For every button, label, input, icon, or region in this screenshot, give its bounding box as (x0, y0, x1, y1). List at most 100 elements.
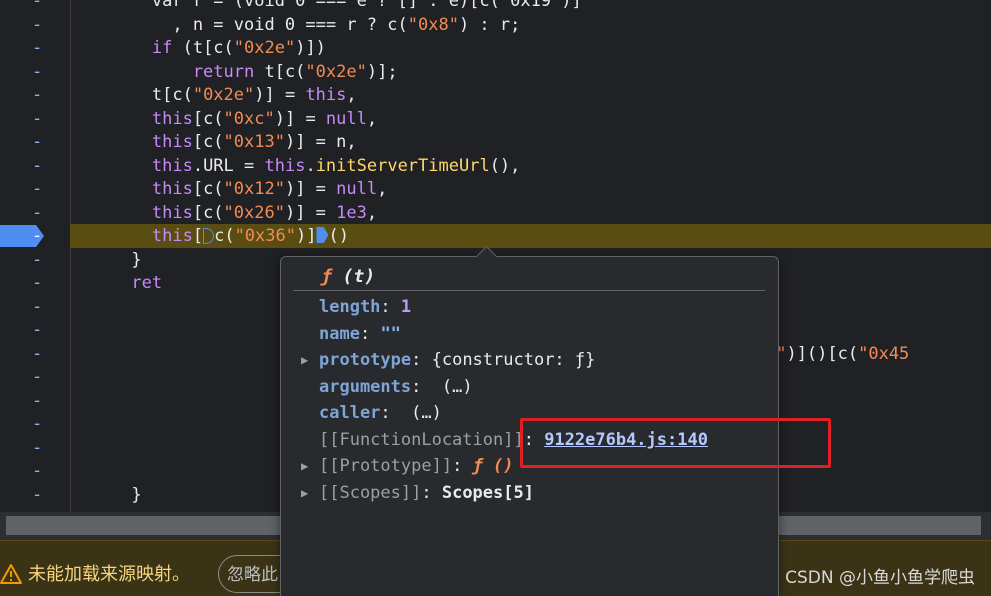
gutter-dash: - (32, 14, 43, 35)
inline-breakpoint-outline-icon[interactable] (203, 228, 215, 244)
property-value: {constructor: ƒ} (431, 350, 596, 370)
watermark: CSDN @小鱼小鱼学爬虫 (785, 568, 975, 588)
code-token: this (70, 132, 193, 152)
property-key: [[Prototype]] (319, 456, 453, 476)
gutter-dash: - (32, 367, 43, 387)
gutter-dash: - (32, 108, 43, 129)
code-token: )]; (366, 61, 398, 82)
line-gutter[interactable]: - - - - - - - - - - - - - - - - - - - - - - (0, 0, 71, 512)
property-value: "" (380, 323, 401, 344)
property-row[interactable]: ▶ [[Scopes]]: Scopes[5] (301, 481, 771, 505)
gutter-line[interactable]: - (0, 342, 70, 366)
code-token: , (366, 108, 378, 129)
gutter-line[interactable]: - (0, 60, 70, 84)
code-token: , (346, 85, 357, 105)
code-token: )] = (284, 179, 337, 199)
code-token: "0x2e" (233, 38, 296, 58)
function-f-icon: ƒ (321, 266, 332, 287)
gutter-line[interactable]: - (0, 365, 70, 389)
gutter-line[interactable]: - (0, 13, 70, 37)
code-token: "0x2e" (305, 61, 367, 82)
gutter-line[interactable]: - (0, 412, 70, 436)
gutter-line[interactable]: - (0, 389, 70, 413)
popover-divider (293, 290, 765, 291)
code-token: )] = (274, 108, 326, 129)
breakpoint-line-marker[interactable]: - (0, 224, 70, 248)
gutter-line[interactable]: - (0, 177, 70, 201)
gutter-line[interactable]: - (0, 83, 70, 107)
gutter-line[interactable]: - (0, 459, 70, 483)
code-token: null (325, 108, 367, 129)
code-token: (t[c( (172, 38, 234, 58)
gutter-line[interactable]: - (0, 248, 70, 272)
gutter-dash: - (32, 296, 43, 317)
property-separator: : (411, 376, 442, 397)
code-token: . (305, 155, 316, 176)
code-token: if (70, 38, 173, 58)
property-key: [[FunctionLocation]] (319, 429, 524, 450)
gutter-dash: - (32, 484, 43, 505)
gutter-dash: - (32, 437, 43, 458)
code-token: this (70, 155, 193, 176)
code-token: "0x13" (223, 132, 285, 152)
code-token: this (264, 155, 306, 176)
gutter-line[interactable]: - (0, 271, 70, 295)
expand-triangle-icon[interactable]: ▶ (301, 454, 319, 478)
gutter-line[interactable]: - (0, 436, 70, 460)
warning-text: 未能加载来源映射。 (28, 564, 190, 585)
gutter-line[interactable]: - (0, 295, 70, 319)
code-token: c( (214, 226, 235, 246)
code-token: )]()[c( (786, 343, 859, 364)
code-token: (), (489, 155, 521, 176)
code-token: [c( (192, 179, 224, 199)
property-value: ƒ () (472, 456, 514, 476)
code-token: return (70, 61, 255, 82)
code-token: "0x8" (407, 14, 459, 35)
gutter-dash: - (32, 85, 43, 105)
warning-icon (0, 564, 22, 584)
code-token: , (377, 179, 388, 199)
code-token: this (305, 85, 347, 105)
property-value[interactable]: (…) (442, 377, 473, 397)
gutter-line[interactable]: - (0, 483, 70, 507)
property-key: prototype (319, 350, 412, 370)
property-row[interactable]: ▶ prototype: {constructor: ƒ} (301, 348, 771, 372)
code-line: return t[c("0x2e")]; (70, 60, 991, 84)
code-token: var r = (void 0 === e ? [] : e)[c("0x19"… (70, 0, 582, 11)
gutter-line[interactable]: - (0, 318, 70, 342)
property-key: length (319, 297, 381, 317)
code-token: )] (295, 226, 317, 246)
property-value[interactable]: (…) (411, 403, 442, 423)
code-token: "0x36" (234, 226, 296, 246)
property-row: arguments: (…) (301, 375, 771, 399)
gutter-line[interactable]: - (0, 201, 70, 225)
code-token: [c( (192, 132, 224, 152)
gutter-line[interactable]: - (0, 0, 70, 13)
expand-triangle-icon[interactable]: ▶ (301, 348, 319, 372)
property-key: name (319, 323, 360, 344)
gutter-dash: - (32, 132, 43, 152)
code-line: this.URL = this.initServerTimeUrl(), (70, 154, 991, 178)
gutter-line[interactable]: - (0, 130, 70, 154)
code-line: var r = (void 0 === e ? [] : e)[c("0x19"… (70, 0, 991, 13)
gutter-dash: - (32, 320, 43, 340)
inline-breakpoint-icon[interactable] (316, 227, 329, 243)
code-token: [c( (192, 202, 224, 223)
code-line: , n = void 0 === r ? c("0x8") : r; (70, 13, 991, 37)
gutter-line[interactable]: - (0, 36, 70, 60)
gutter-dash: - (32, 179, 43, 199)
code-token: [c( (192, 108, 224, 129)
code-line: this[c("0x13")] = n, (70, 130, 991, 154)
expand-triangle-icon[interactable]: ▶ (301, 481, 319, 505)
gutter-line[interactable]: - (0, 107, 70, 131)
property-key: caller (319, 403, 381, 423)
property-separator: : (380, 403, 412, 423)
code-token: )] = (284, 202, 337, 223)
code-token: "0x12" (223, 179, 285, 199)
code-line: this[c("0x12")] = null, (70, 177, 991, 201)
code-token: )] = n, (284, 132, 357, 152)
property-row: name: "" (301, 322, 771, 346)
gutter-line[interactable]: - (0, 154, 70, 178)
